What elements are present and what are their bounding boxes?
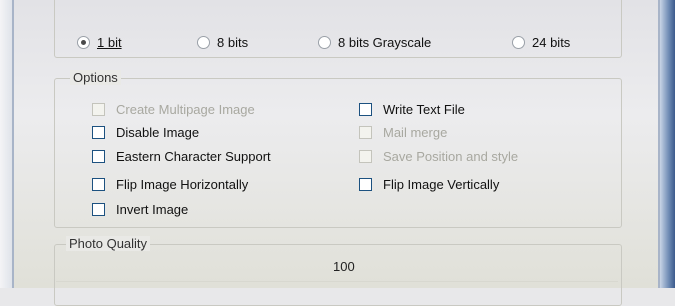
checkbox-save-position-and-style[interactable]: Save Position and style — [359, 147, 518, 165]
checkbox-label: Disable Image — [116, 124, 200, 140]
radio-label: 1 bit — [97, 35, 122, 50]
checkbox-label: Invert Image — [116, 201, 189, 217]
window-left-edge — [0, 0, 12, 288]
checkbox-icon[interactable] — [359, 149, 372, 163]
radio-button-icon[interactable] — [197, 35, 210, 49]
radio-label: 8 bits Grayscale — [338, 34, 432, 50]
checkbox-icon[interactable] — [92, 125, 105, 139]
checkbox-mail-merge[interactable]: Mail merge — [359, 123, 447, 141]
checkbox-label: Create Multipage Image — [116, 101, 255, 117]
checkbox-flip-image-vertically[interactable]: Flip Image Vertically — [359, 175, 499, 193]
options-group-title: Options — [70, 70, 121, 85]
checkbox-icon[interactable] — [92, 149, 105, 163]
checkbox-label: Eastern Character Support — [116, 148, 271, 164]
checkbox-label: Flip Image Horizontally — [116, 176, 249, 192]
checkbox-icon[interactable] — [92, 102, 105, 116]
checkbox-icon[interactable] — [92, 177, 105, 191]
checkbox-invert-image[interactable]: Invert Image — [92, 200, 188, 218]
checkbox-write-text-file[interactable]: Write Text File — [359, 100, 465, 118]
checkbox-label: Flip Image Vertically — [383, 176, 500, 192]
checkbox-icon[interactable] — [92, 202, 105, 216]
photo-quality-value: 100 — [333, 259, 355, 274]
radio-button-icon[interactable] — [512, 35, 525, 49]
checkbox-label: Write Text File — [383, 101, 465, 117]
radio-label: 24 bits — [532, 34, 571, 50]
checkbox-disable-image[interactable]: Disable Image — [92, 123, 199, 141]
radio-24-bits[interactable]: 24 bits — [512, 33, 570, 51]
checkbox-icon[interactable] — [359, 125, 372, 139]
checkbox-create-multipage-image[interactable]: Create Multipage Image — [92, 100, 255, 118]
radio-button-icon[interactable] — [318, 35, 331, 49]
radio-8-bits[interactable]: 8 bits — [197, 33, 248, 51]
radio-label: 8 bits — [217, 34, 249, 50]
checkbox-label: Mail merge — [383, 124, 448, 140]
checkbox-icon[interactable] — [359, 102, 372, 116]
radio-1-bit[interactable]: 1 bit — [77, 33, 122, 51]
radio-label-text: 1 bit — [97, 34, 122, 50]
photo-quality-slider-track[interactable] — [56, 281, 618, 282]
checkbox-icon[interactable] — [359, 177, 372, 191]
radio-button-checked-icon[interactable] — [77, 35, 90, 49]
radio-8-bits-grayscale[interactable]: 8 bits Grayscale — [318, 33, 431, 51]
photo-quality-group — [54, 244, 622, 306]
checkbox-eastern-character-support[interactable]: Eastern Character Support — [92, 147, 271, 165]
window-right-border — [660, 0, 675, 288]
photo-quality-title: Photo Quality — [66, 236, 151, 251]
checkbox-flip-image-horizontally[interactable]: Flip Image Horizontally — [92, 175, 248, 193]
checkbox-label: Save Position and style — [383, 148, 519, 164]
